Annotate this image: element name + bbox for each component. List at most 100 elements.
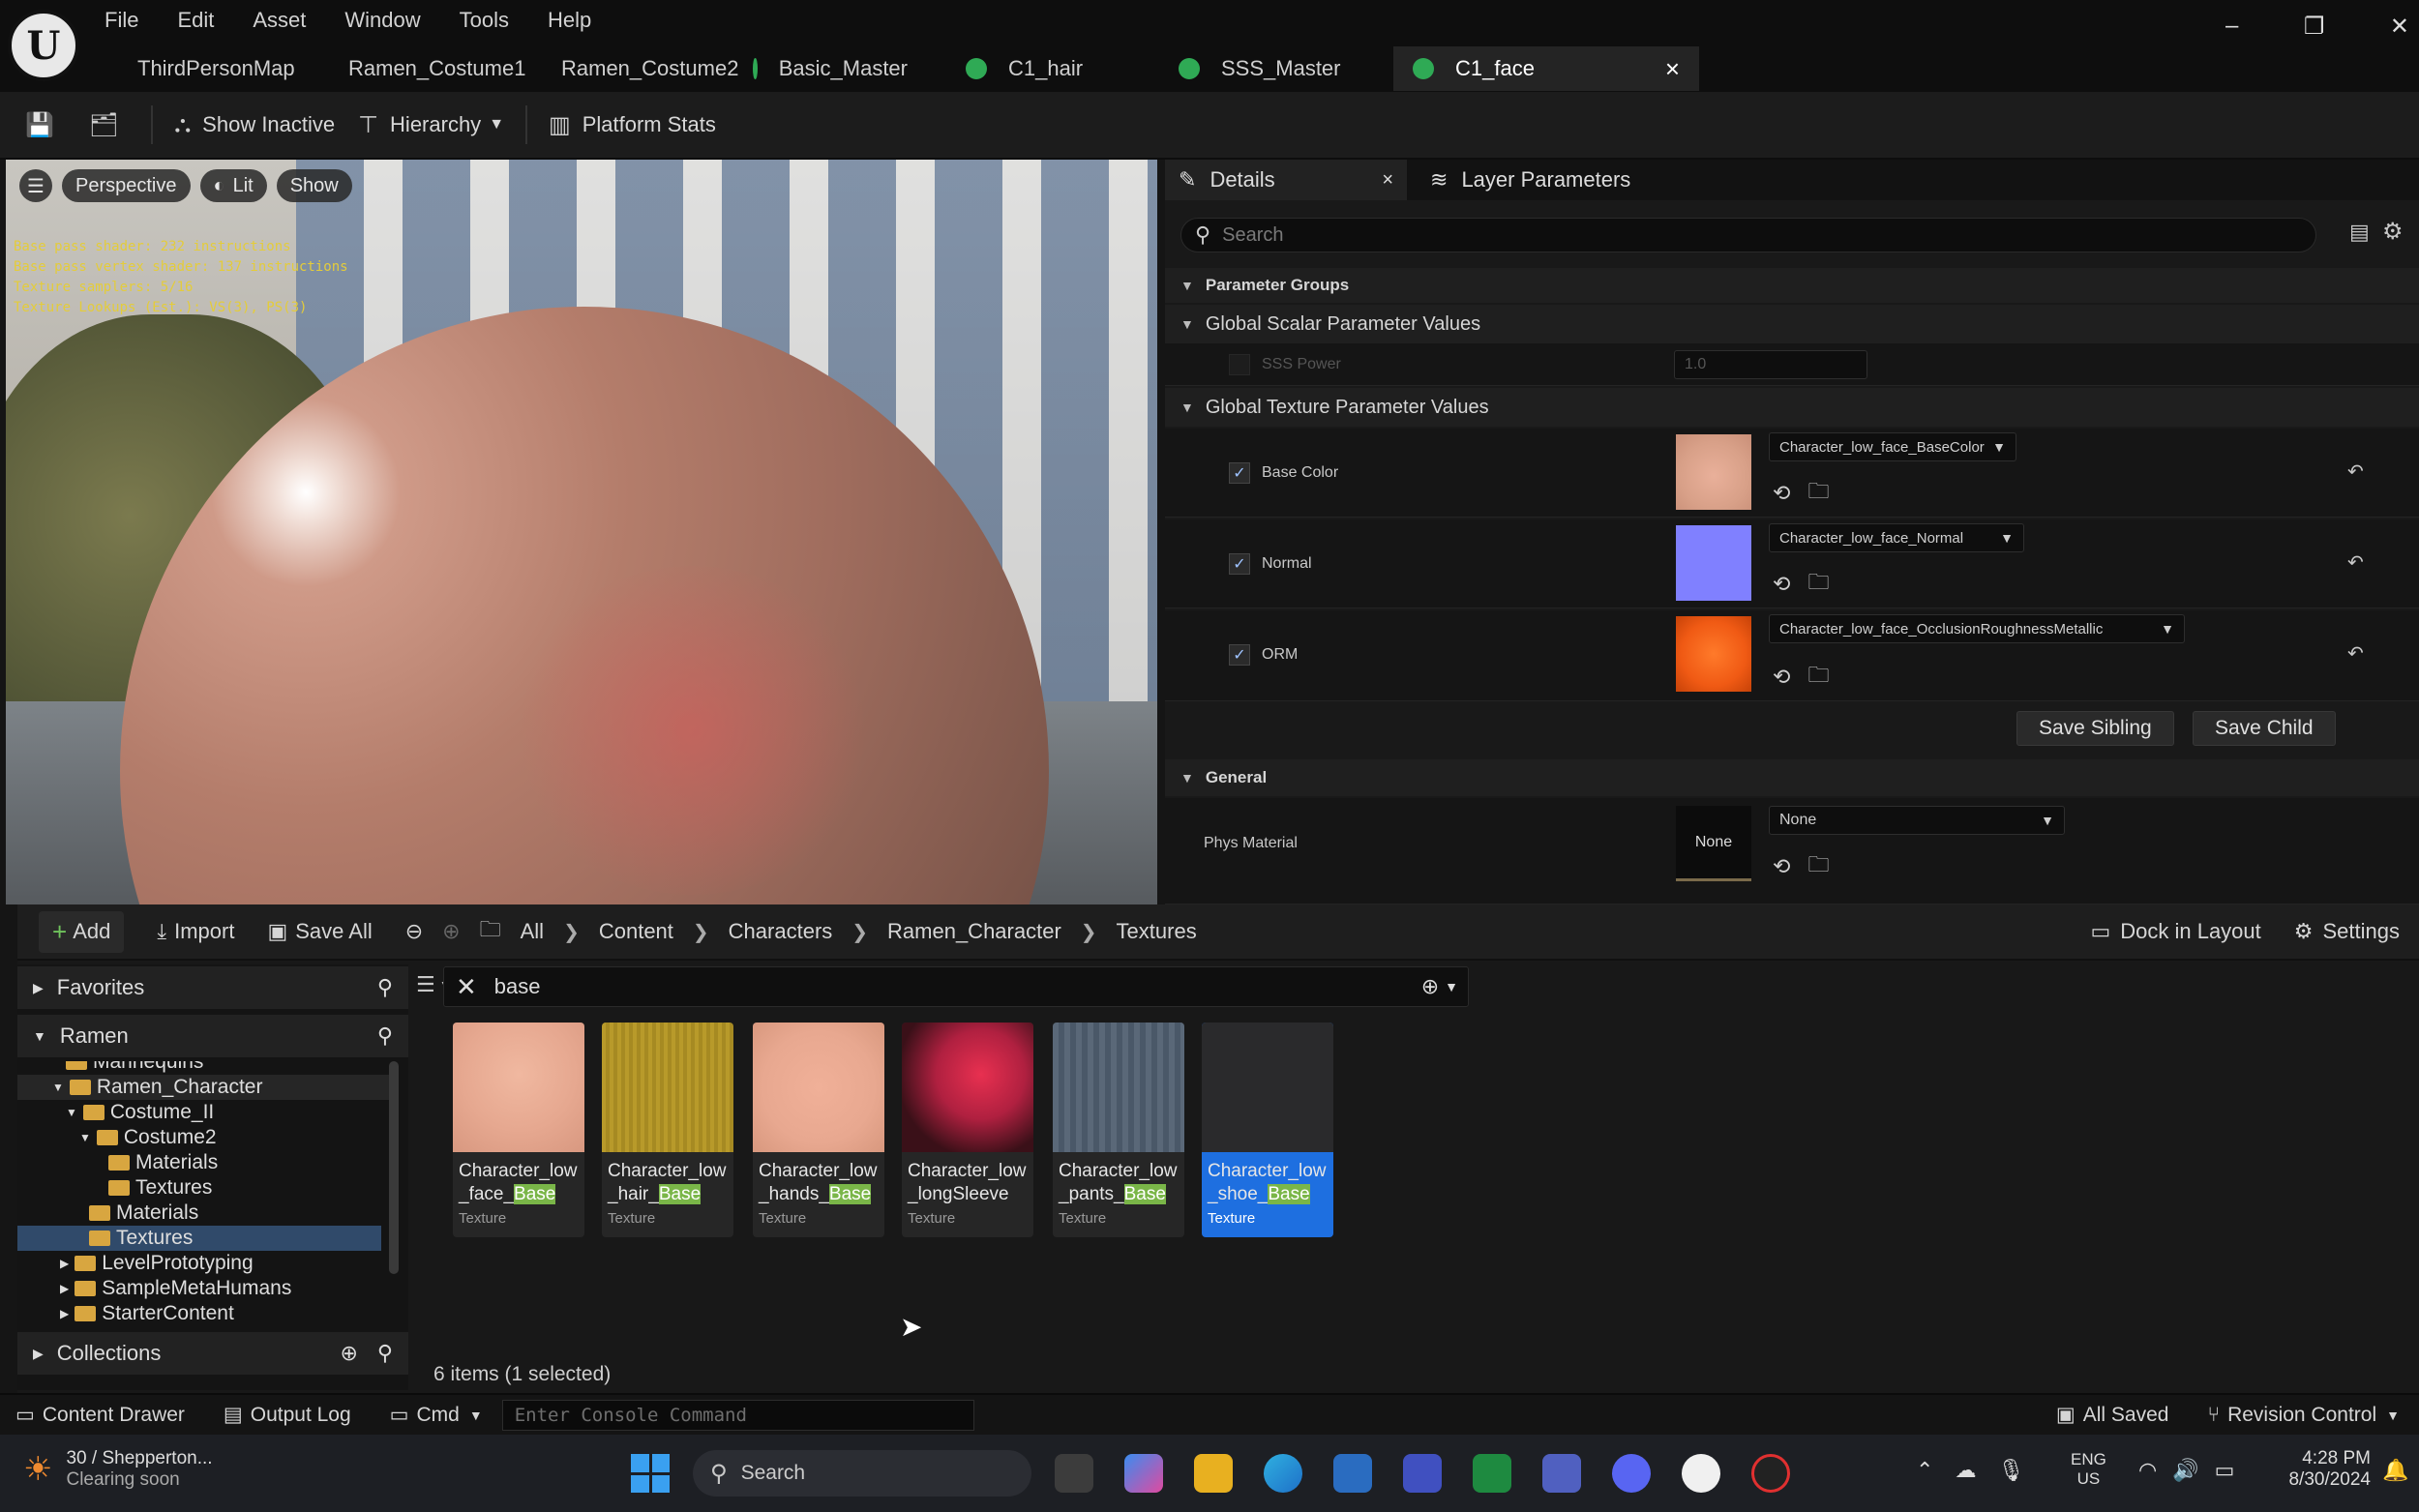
tree-item-textures[interactable]: Textures	[17, 1175, 395, 1201]
onedrive-icon[interactable]: ☁	[1955, 1458, 1976, 1483]
tree-item-costume2[interactable]: ▼ Costume2	[17, 1125, 395, 1150]
orm-asset-dropdown[interactable]: Character_low_face_OcclusionRoughnessMet…	[1769, 614, 2185, 643]
material-preview-viewport[interactable]: ☰ Perspective ◐ Lit Show Base pass shader…	[6, 160, 1157, 904]
orm-checkbox[interactable]: ✓	[1229, 644, 1250, 666]
history-forward-icon[interactable]: ⊕	[442, 919, 460, 944]
collections-header[interactable]: ▶ Collections ⊕ ⚲	[17, 1332, 408, 1375]
tab-layer-parameters[interactable]: ≋ Layer Parameters	[1417, 160, 1644, 200]
breadcrumb-content[interactable]: Content	[599, 919, 673, 944]
reset-arrow-icon[interactable]: ↶	[2347, 550, 2364, 575]
phys-material-dropdown[interactable]: None ▼	[1769, 806, 2065, 835]
breadcrumb-all[interactable]: All	[521, 919, 544, 944]
unreal-engine-icon[interactable]	[1682, 1454, 1720, 1493]
lit-button[interactable]: ◐ Lit	[199, 169, 267, 202]
tree-item-levelprototyping[interactable]: ▶ LevelPrototyping	[17, 1251, 395, 1276]
asset-tile-hands-base[interactable]: Character_low _hands_Base Texture	[753, 1023, 884, 1237]
normal-thumbnail[interactable]	[1676, 525, 1751, 601]
tree-item-materials[interactable]: Materials	[17, 1150, 395, 1175]
close-icon[interactable]: ×	[1382, 169, 1393, 192]
chevron-up-icon[interactable]: ⌃	[1916, 1458, 1933, 1483]
quick-settings[interactable]: ◠ 🔊 ▭	[2138, 1458, 2234, 1483]
parameter-groups-section[interactable]: ▼ Parameter Groups	[1165, 268, 2419, 303]
teams-icon[interactable]	[1542, 1454, 1581, 1493]
tab-basic-master[interactable]: Basic_Master	[733, 46, 927, 91]
breadcrumb-textures[interactable]: Textures	[1117, 919, 1197, 944]
add-collection-icon[interactable]: ⊕	[340, 1341, 357, 1366]
tab-thirdpersonmap[interactable]: ThirdPersonMap	[97, 46, 295, 91]
save-child-button[interactable]: Save Child	[2193, 711, 2336, 746]
tab-ramen-costume1[interactable]: Ramen_Costume1	[308, 46, 525, 91]
search-icon[interactable]: ⚲	[377, 1341, 393, 1366]
save-sibling-button[interactable]: Save Sibling	[2016, 711, 2174, 746]
browse-folder-icon[interactable]: 🗀	[1807, 848, 1829, 885]
asset-tile-pants-base[interactable]: Character_low _pants_Base Texture	[1053, 1023, 1184, 1237]
search-icon[interactable]: ⚲	[377, 1023, 393, 1049]
use-selected-icon[interactable]: ⟲	[1773, 665, 1790, 690]
breadcrumb-ramen-character[interactable]: Ramen_Character	[887, 919, 1061, 944]
sss-power-checkbox[interactable]	[1229, 354, 1250, 375]
save-all-button[interactable]: ▣ Save All	[267, 919, 372, 944]
edge-icon[interactable]	[1264, 1454, 1302, 1493]
search-icon[interactable]: ⚲	[377, 975, 393, 1000]
browse-folder-icon[interactable]: 🗀	[1807, 566, 1829, 603]
discord-icon[interactable]	[1612, 1454, 1651, 1493]
tree-item-startercontent[interactable]: ▶ StarterContent	[17, 1301, 395, 1326]
asset-tile-hair-base[interactable]: Character_low _hair_Base Texture	[602, 1023, 733, 1237]
revision-control-button[interactable]: ⑂ Revision Control ▼	[2207, 1404, 2400, 1427]
content-drawer-button[interactable]: ▭ Content Drawer	[15, 1403, 185, 1427]
menu-edit[interactable]: Edit	[177, 8, 214, 33]
davinci-icon[interactable]	[1751, 1454, 1790, 1493]
settings-button[interactable]: ⚙ Settings	[2294, 919, 2400, 944]
use-selected-icon[interactable]: ⟲	[1773, 854, 1790, 879]
global-texture-section[interactable]: ▼ Global Texture Parameter Values	[1165, 388, 2419, 427]
use-selected-icon[interactable]: ⟲	[1773, 572, 1790, 597]
tab-close-icon[interactable]: ×	[1665, 54, 1680, 84]
breadcrumb-characters[interactable]: Characters	[729, 919, 833, 944]
normal-checkbox[interactable]: ✓	[1229, 553, 1250, 575]
reset-arrow-icon[interactable]: ↶	[2347, 460, 2364, 484]
windows-start-icon[interactable]	[631, 1454, 670, 1493]
menu-file[interactable]: File	[105, 8, 138, 33]
browse-icon[interactable]: 🗂	[77, 102, 141, 148]
hierarchy-button[interactable]: ⊤ Hierarchy ▼	[346, 102, 516, 148]
history-back-icon[interactable]: ⊖	[405, 919, 423, 944]
visual-studio-icon[interactable]	[1403, 1454, 1442, 1493]
excel-icon[interactable]	[1473, 1454, 1511, 1493]
copilot-icon[interactable]	[1124, 1454, 1163, 1493]
all-saved-button[interactable]: ▣ All Saved	[2056, 1403, 2169, 1427]
add-button[interactable]: + Add	[39, 910, 125, 953]
orm-thumbnail[interactable]	[1676, 616, 1751, 692]
tree-item-materials[interactable]: Materials	[17, 1201, 395, 1226]
table-view-icon[interactable]: ▤	[2349, 220, 2370, 245]
unreal-logo-icon[interactable]: U	[8, 10, 79, 81]
console-command-input[interactable]: Enter Console Command	[501, 1399, 974, 1431]
asset-tile-shoe-base[interactable]: Character_low _shoe_Base Texture	[1202, 1023, 1333, 1237]
base-color-asset-dropdown[interactable]: Character_low_face_BaseColor ▼	[1769, 432, 2016, 461]
sss-power-field[interactable]: 1.0	[1674, 350, 1867, 379]
tab-sss-master[interactable]: SSS_Master	[1159, 46, 1366, 91]
import-button[interactable]: ⤓ Import	[157, 919, 234, 944]
asset-search-input[interactable]: ✕ base ⊕ ▼	[443, 966, 1469, 1007]
browse-folder-icon[interactable]: 🗀	[1807, 475, 1829, 512]
menu-tools[interactable]: Tools	[460, 8, 509, 33]
restore-icon[interactable]: ❐	[2304, 13, 2325, 41]
close-icon[interactable]: ✕	[2390, 13, 2409, 41]
file-explorer-icon[interactable]	[1194, 1454, 1233, 1493]
normal-asset-dropdown[interactable]: Character_low_face_Normal ▼	[1769, 523, 2024, 552]
microphone-icon[interactable]: 🎙	[1997, 1458, 2024, 1483]
tree-scrollbar[interactable]	[389, 1061, 399, 1274]
tree-item-ramen-character[interactable]: ▼ Ramen_Character	[17, 1075, 395, 1100]
cmd-dropdown[interactable]: ▭ Cmd ▼	[390, 1403, 483, 1427]
base-color-thumbnail[interactable]	[1676, 434, 1751, 510]
add-filter-icon[interactable]: ⊕	[1421, 974, 1439, 999]
taskbar-search-box[interactable]: ⚲ Search	[693, 1450, 1031, 1497]
tree-item-samplemetahumans[interactable]: ▶ SampleMetaHumans	[17, 1276, 395, 1301]
dock-in-layout-button[interactable]: ▭ Dock in Layout	[2090, 919, 2260, 944]
tab-ramen-costume2[interactable]: Ramen_Costume2	[521, 46, 738, 91]
language-indicator[interactable]: ENG US	[2071, 1450, 2106, 1489]
clear-search-icon[interactable]: ✕	[456, 972, 477, 1002]
tab-c1-face[interactable]: C1_face ×	[1393, 46, 1699, 91]
task-view-icon[interactable]	[1055, 1454, 1093, 1493]
use-selected-icon[interactable]: ⟲	[1773, 481, 1790, 506]
menu-help[interactable]: Help	[548, 8, 591, 33]
